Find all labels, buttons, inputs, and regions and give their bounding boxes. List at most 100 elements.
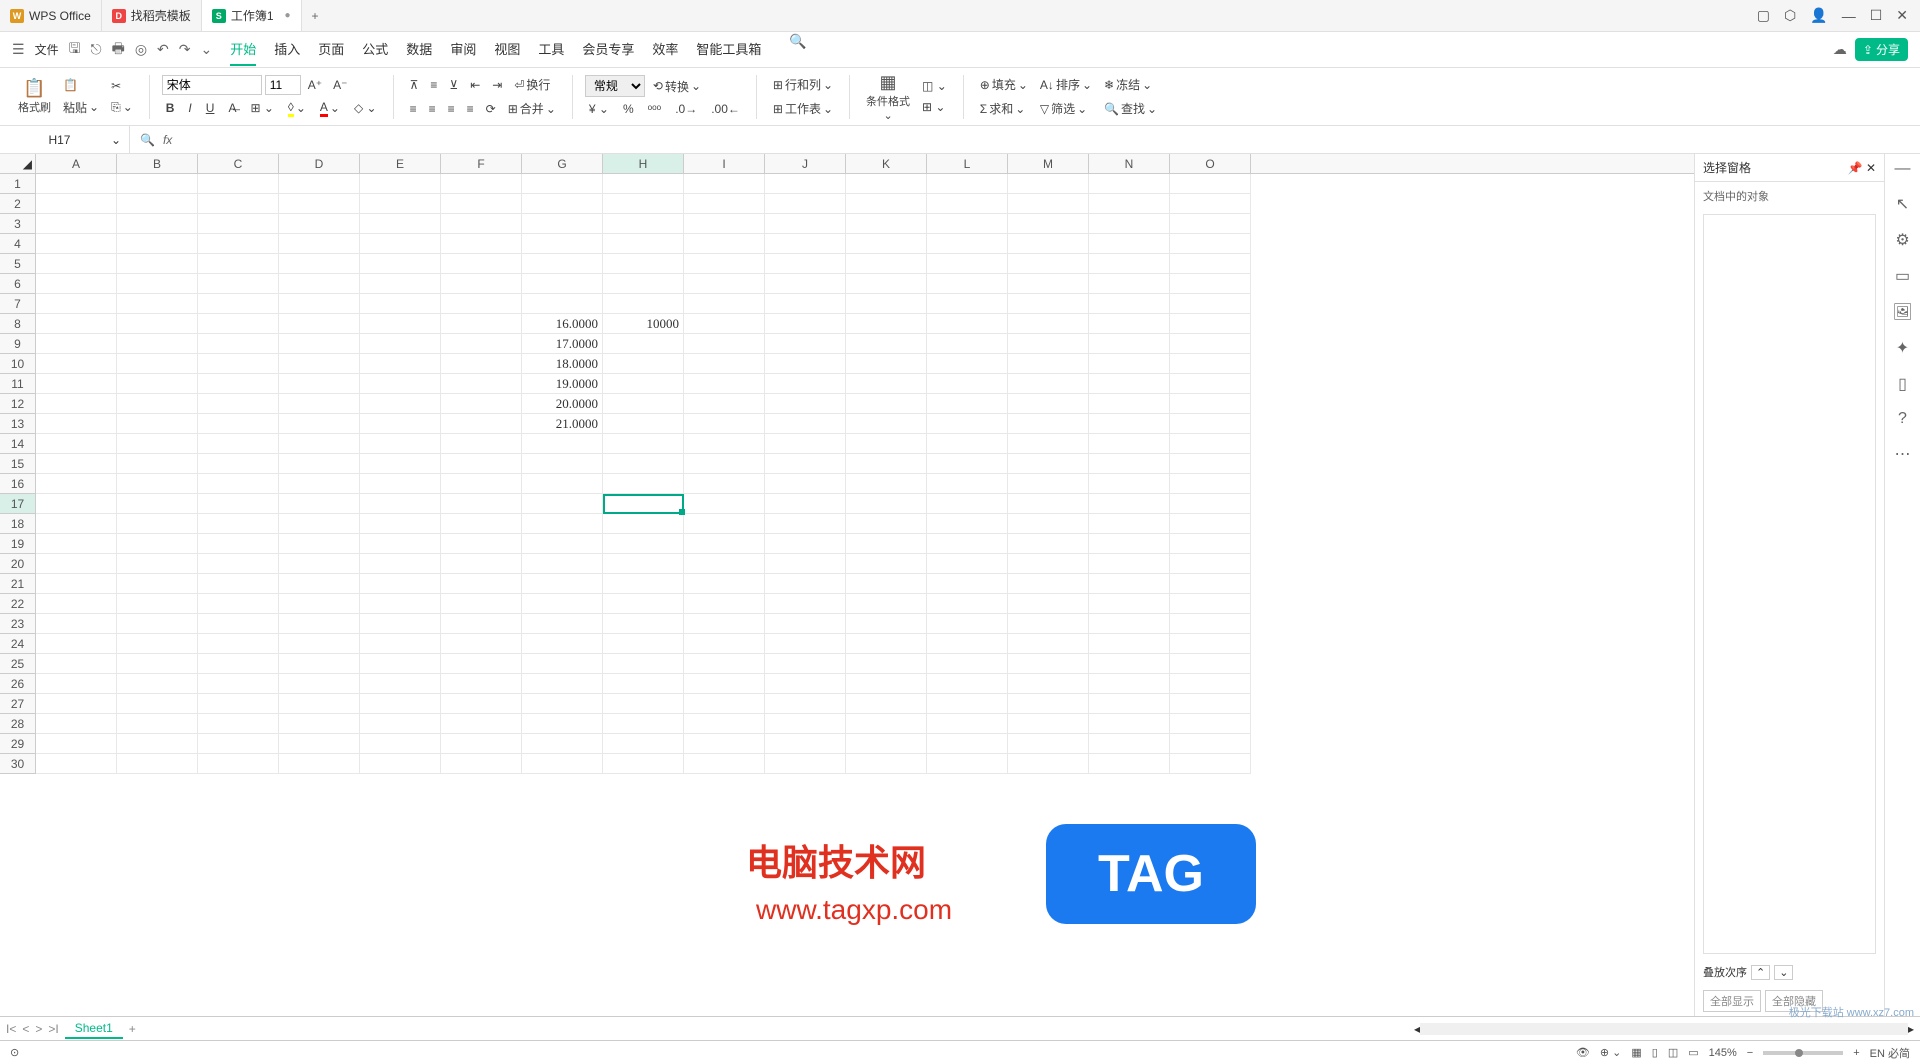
cell[interactable] bbox=[360, 174, 441, 194]
cell[interactable] bbox=[36, 734, 117, 754]
cell[interactable] bbox=[522, 754, 603, 774]
cell[interactable] bbox=[36, 394, 117, 414]
cell[interactable] bbox=[279, 534, 360, 554]
cell[interactable] bbox=[279, 354, 360, 374]
cell[interactable] bbox=[1170, 654, 1251, 674]
cell[interactable] bbox=[360, 294, 441, 314]
cell[interactable] bbox=[522, 174, 603, 194]
cell[interactable] bbox=[441, 354, 522, 374]
cell[interactable] bbox=[1008, 214, 1089, 234]
cell[interactable] bbox=[441, 374, 522, 394]
align-bottom-button[interactable]: ⊻ bbox=[445, 74, 462, 95]
cell[interactable] bbox=[441, 674, 522, 694]
selection-pane-list[interactable] bbox=[1703, 214, 1876, 954]
cell[interactable] bbox=[279, 574, 360, 594]
cell[interactable] bbox=[1089, 374, 1170, 394]
cell[interactable] bbox=[1008, 194, 1089, 214]
cell[interactable] bbox=[1008, 174, 1089, 194]
cell-style-button[interactable]: ◫ ⌄ bbox=[918, 77, 951, 95]
cell[interactable] bbox=[198, 454, 279, 474]
cell[interactable] bbox=[198, 714, 279, 734]
zoom-in-button[interactable]: + bbox=[1853, 1047, 1859, 1059]
cell[interactable] bbox=[1170, 674, 1251, 694]
cell[interactable] bbox=[117, 314, 198, 334]
tab-efficiency[interactable]: 效率 bbox=[652, 33, 678, 66]
cell[interactable] bbox=[441, 694, 522, 714]
cell[interactable] bbox=[684, 394, 765, 414]
cell[interactable] bbox=[1008, 534, 1089, 554]
cell[interactable] bbox=[846, 434, 927, 454]
cell[interactable] bbox=[846, 454, 927, 474]
row-header[interactable]: 1 bbox=[0, 174, 35, 194]
cell[interactable] bbox=[360, 254, 441, 274]
cell[interactable] bbox=[360, 214, 441, 234]
cell[interactable] bbox=[1170, 254, 1251, 274]
cell[interactable] bbox=[441, 394, 522, 414]
cell[interactable] bbox=[846, 394, 927, 414]
show-all-button[interactable]: 全部显示 bbox=[1703, 990, 1761, 1012]
cell[interactable] bbox=[198, 414, 279, 434]
cell[interactable] bbox=[1089, 414, 1170, 434]
cell[interactable] bbox=[765, 534, 846, 554]
cell[interactable] bbox=[36, 354, 117, 374]
cell[interactable] bbox=[927, 374, 1008, 394]
row-header[interactable]: 15 bbox=[0, 454, 35, 474]
cell[interactable] bbox=[522, 654, 603, 674]
cell[interactable] bbox=[522, 674, 603, 694]
cell[interactable] bbox=[198, 334, 279, 354]
cell[interactable] bbox=[279, 314, 360, 334]
cell[interactable] bbox=[36, 674, 117, 694]
cell[interactable] bbox=[36, 414, 117, 434]
cell[interactable] bbox=[765, 274, 846, 294]
cell[interactable] bbox=[1170, 314, 1251, 334]
cell[interactable] bbox=[522, 734, 603, 754]
cell[interactable] bbox=[522, 474, 603, 494]
cell[interactable] bbox=[1170, 334, 1251, 354]
cell[interactable] bbox=[279, 414, 360, 434]
cell[interactable] bbox=[441, 454, 522, 474]
cell[interactable] bbox=[198, 654, 279, 674]
cell[interactable] bbox=[846, 514, 927, 534]
cell[interactable] bbox=[1089, 314, 1170, 334]
cell[interactable] bbox=[360, 654, 441, 674]
cell[interactable] bbox=[36, 194, 117, 214]
cell[interactable] bbox=[765, 194, 846, 214]
cell[interactable] bbox=[603, 234, 684, 254]
cell[interactable] bbox=[522, 494, 603, 514]
cell[interactable] bbox=[441, 334, 522, 354]
cell[interactable] bbox=[36, 214, 117, 234]
cell[interactable] bbox=[927, 514, 1008, 534]
cell[interactable] bbox=[279, 714, 360, 734]
cell[interactable] bbox=[846, 694, 927, 714]
tab-member[interactable]: 会员专享 bbox=[582, 33, 634, 66]
cell[interactable] bbox=[846, 334, 927, 354]
cell[interactable] bbox=[441, 754, 522, 774]
cell[interactable] bbox=[1170, 574, 1251, 594]
freeze-button[interactable]: ❄ 冻结 ⌄ bbox=[1100, 74, 1161, 95]
cell[interactable] bbox=[927, 394, 1008, 414]
cell[interactable] bbox=[603, 634, 684, 654]
currency-button[interactable]: ¥ ⌄ bbox=[585, 100, 613, 118]
cell[interactable] bbox=[117, 294, 198, 314]
tab-insert[interactable]: 插入 bbox=[274, 33, 300, 66]
cell[interactable] bbox=[765, 314, 846, 334]
cell[interactable] bbox=[117, 494, 198, 514]
cell[interactable] bbox=[1089, 754, 1170, 774]
cell[interactable] bbox=[360, 614, 441, 634]
pin-icon[interactable]: 📌 bbox=[1848, 161, 1863, 175]
cell[interactable] bbox=[927, 654, 1008, 674]
cell[interactable] bbox=[603, 394, 684, 414]
cell[interactable] bbox=[441, 194, 522, 214]
cell[interactable] bbox=[1089, 194, 1170, 214]
cell[interactable] bbox=[279, 214, 360, 234]
cell[interactable] bbox=[1008, 734, 1089, 754]
cell[interactable] bbox=[117, 614, 198, 634]
cell[interactable] bbox=[927, 234, 1008, 254]
row-header[interactable]: 19 bbox=[0, 534, 35, 554]
cell[interactable] bbox=[522, 574, 603, 594]
cell[interactable] bbox=[279, 654, 360, 674]
cell[interactable] bbox=[684, 274, 765, 294]
cell[interactable] bbox=[846, 274, 927, 294]
column-header[interactable]: N bbox=[1089, 154, 1170, 173]
cell[interactable] bbox=[117, 574, 198, 594]
